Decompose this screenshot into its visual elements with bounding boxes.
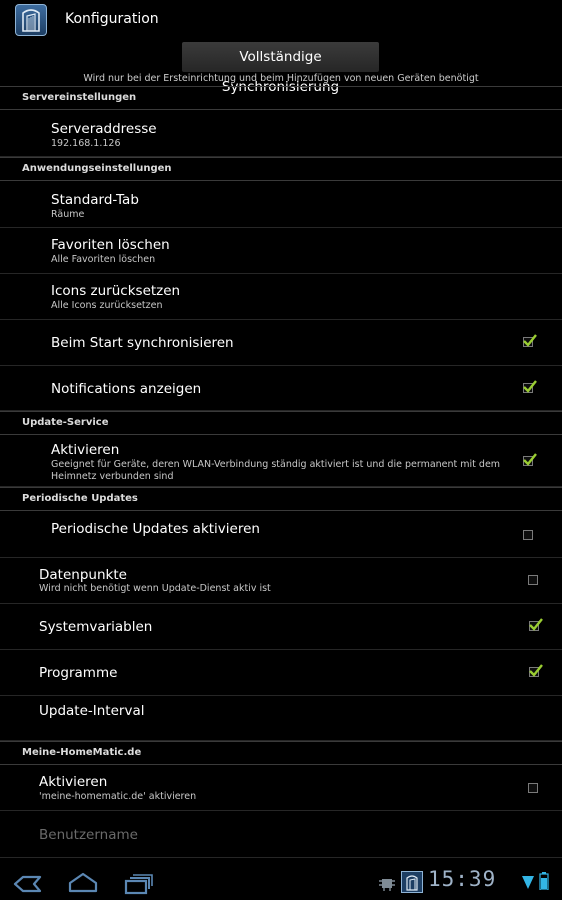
pref-summary: Geeignet für Geräte, deren WLAN-Verbindu… — [51, 459, 501, 482]
usb-debug-icon — [379, 879, 395, 891]
pref-update-service-activate[interactable]: Aktivieren Geeignet für Geräte, deren WL… — [0, 435, 562, 487]
pref-title: Benutzername — [39, 827, 138, 843]
update-service-checkbox[interactable] — [523, 453, 537, 466]
pref-server-address[interactable]: Serveraddresse 192.168.1.126 — [0, 110, 562, 157]
pref-title: Beim Start synchronisieren — [51, 335, 234, 351]
pref-title: Icons zurücksetzen — [51, 283, 181, 299]
pref-summary: Wird nicht benötigt wenn Update-Dienst a… — [39, 583, 271, 594]
homematic-checkbox[interactable] — [528, 783, 538, 793]
pref-programs[interactable]: Programme — [0, 650, 562, 696]
battery-icon — [539, 872, 549, 890]
pref-update-interval[interactable]: Update-Interval — [0, 696, 562, 741]
pref-standard-tab[interactable]: Standard-Tab Räume — [0, 181, 562, 228]
pref-title: Update-Interval — [39, 703, 145, 719]
pref-reset-icons[interactable]: Icons zurücksetzen Alle Icons zurücksetz… — [0, 274, 562, 320]
pref-notifications[interactable]: Notifications anzeigen — [0, 366, 562, 411]
app-logo-icon[interactable] — [15, 4, 47, 36]
status-clock[interactable]: 15:39 — [428, 867, 496, 891]
pref-system-variables[interactable]: Systemvariablen — [0, 604, 562, 650]
app-title: Konfiguration — [65, 11, 159, 27]
section-title: Anwendungseinstellungen — [22, 163, 172, 174]
system-variables-checkbox[interactable] — [529, 618, 543, 631]
section-header-homematic: Meine-HomeMatic.de — [0, 741, 562, 765]
section-header-server: Servereinstellungen — [0, 86, 562, 110]
periodic-updates-checkbox[interactable] — [523, 530, 533, 540]
pref-title: Programme — [39, 665, 118, 681]
pref-title: Periodische Updates aktivieren — [51, 521, 260, 537]
pref-sync-on-start[interactable]: Beim Start synchronisieren — [0, 320, 562, 366]
pref-title: Datenpunkte — [39, 567, 127, 583]
pref-summary: Räume — [51, 209, 85, 220]
pref-periodic-activate[interactable]: Periodische Updates aktivieren — [0, 511, 562, 558]
pref-username[interactable]: Benutzername — [0, 811, 562, 858]
pref-homematic-activate[interactable]: Aktivieren 'meine-homematic.de' aktivier… — [0, 765, 562, 811]
pref-title: Systemvariablen — [39, 619, 153, 635]
pref-delete-favorites[interactable]: Favoriten löschen Alle Favoriten löschen — [0, 228, 562, 274]
back-icon[interactable] — [12, 874, 42, 894]
section-title: Servereinstellungen — [22, 92, 137, 103]
datapoints-checkbox[interactable] — [528, 575, 538, 585]
section-title: Update-Service — [22, 417, 109, 428]
full-sync-button[interactable]: Vollständige Synchronisierung — [182, 42, 379, 95]
sync-note: Wird nur bei der Ersteinrichtung und bei… — [83, 73, 479, 84]
section-title: Periodische Updates — [22, 493, 138, 504]
section-header-update-service: Update-Service — [0, 411, 562, 435]
action-bar: Konfiguration — [0, 0, 562, 40]
pref-datapoints[interactable]: Datenpunkte Wird nicht benötigt wenn Upd… — [0, 558, 562, 604]
pref-title: Serveraddresse — [51, 121, 157, 137]
sync-on-start-checkbox[interactable] — [523, 334, 537, 347]
pref-title: Favoriten löschen — [51, 237, 170, 253]
pref-summary: 192.168.1.126 — [51, 138, 121, 149]
pref-title: Standard-Tab — [51, 192, 139, 208]
wifi-signal-icon — [522, 876, 534, 889]
pref-summary: Alle Icons zurücksetzen — [51, 300, 163, 311]
section-header-periodic: Periodische Updates — [0, 487, 562, 511]
notifications-checkbox[interactable] — [523, 380, 537, 393]
app-notification-icon[interactable] — [401, 871, 423, 893]
section-title: Meine-HomeMatic.de — [22, 747, 142, 758]
home-icon[interactable] — [67, 872, 99, 894]
pref-summary: 'meine-homematic.de' aktivieren — [39, 791, 197, 802]
pref-title: Aktivieren — [39, 774, 108, 790]
recent-apps-icon[interactable] — [124, 873, 154, 895]
pref-title: Notifications anzeigen — [51, 381, 202, 397]
section-header-app-settings: Anwendungseinstellungen — [0, 157, 562, 181]
pref-summary: Alle Favoriten löschen — [51, 254, 156, 265]
pref-title: Aktivieren — [51, 442, 120, 458]
programs-checkbox[interactable] — [529, 664, 543, 677]
